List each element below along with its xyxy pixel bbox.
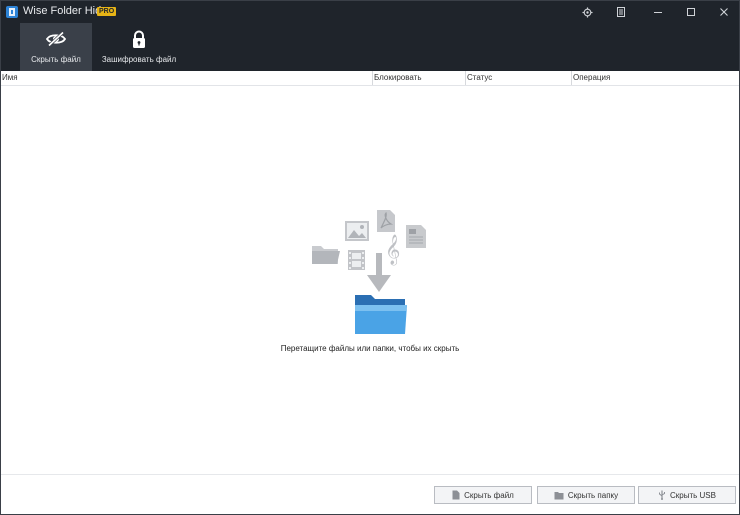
close-button[interactable] bbox=[708, 1, 739, 23]
hidden-eye-icon bbox=[46, 31, 66, 47]
image-icon bbox=[345, 221, 369, 241]
hide-file-button[interactable]: Скрыть файл bbox=[434, 486, 532, 504]
tab-hide-file-label: Скрыть файл bbox=[31, 55, 81, 64]
drop-illustration: 𝄞 bbox=[312, 210, 426, 334]
file-icon bbox=[452, 490, 460, 500]
maximize-icon bbox=[687, 8, 695, 16]
maximize-button[interactable] bbox=[675, 1, 707, 23]
blue-folder-icon bbox=[355, 295, 407, 334]
hide-usb-button-label: Скрыть USB bbox=[670, 490, 716, 500]
settings-icon bbox=[581, 6, 593, 18]
tab-encrypt-file-label: Зашифровать файл bbox=[101, 55, 177, 64]
hide-folder-button[interactable]: Скрыть папку bbox=[537, 486, 635, 504]
footer-bar: Скрыть файл Скрыть папку Скрыть USB bbox=[1, 474, 739, 514]
video-icon bbox=[348, 250, 365, 270]
hide-file-button-label: Скрыть файл bbox=[464, 490, 514, 500]
pro-badge: PRO bbox=[97, 7, 117, 16]
hide-folder-button-label: Скрыть папку bbox=[567, 490, 619, 500]
pdf-icon bbox=[377, 210, 395, 232]
title-bar[interactable]: Wise Folder Hider PRO bbox=[1, 1, 739, 23]
column-lock[interactable]: Блокировать bbox=[373, 71, 466, 85]
document-icon bbox=[406, 225, 426, 248]
music-icon: 𝄞 bbox=[385, 234, 400, 266]
menu-icon bbox=[617, 7, 625, 17]
table-header: Имя Блокировать Статус Операция bbox=[1, 71, 739, 86]
drop-zone[interactable]: 𝄞 Перетащите файлы или папки, чтобы их с… bbox=[1, 86, 739, 474]
folder-icon bbox=[312, 246, 340, 264]
lock-icon bbox=[133, 30, 145, 48]
svg-text:𝄞: 𝄞 bbox=[385, 234, 400, 266]
app-logo-icon bbox=[6, 6, 18, 18]
minimize-button[interactable] bbox=[642, 1, 674, 23]
folder-small-icon bbox=[554, 491, 564, 499]
column-name[interactable]: Имя bbox=[1, 71, 373, 85]
hide-usb-button[interactable]: Скрыть USB bbox=[638, 486, 736, 504]
drop-hint: Перетащите файлы или папки, чтобы их скр… bbox=[280, 344, 460, 353]
column-operation[interactable]: Операция bbox=[572, 71, 739, 85]
menu-button[interactable] bbox=[605, 1, 637, 23]
minimize-icon bbox=[654, 12, 662, 13]
usb-icon bbox=[659, 490, 665, 500]
column-status[interactable]: Статус bbox=[466, 71, 572, 85]
tab-encrypt-file[interactable]: Зашифровать файл bbox=[101, 23, 177, 71]
app-window: Wise Folder Hider PRO Скрыть файл Зашифр… bbox=[0, 0, 740, 515]
tab-hide-file[interactable]: Скрыть файл bbox=[20, 23, 92, 71]
close-icon bbox=[720, 8, 728, 16]
main-toolbar: Скрыть файл Зашифровать файл bbox=[1, 23, 739, 71]
settings-button[interactable] bbox=[571, 1, 603, 23]
